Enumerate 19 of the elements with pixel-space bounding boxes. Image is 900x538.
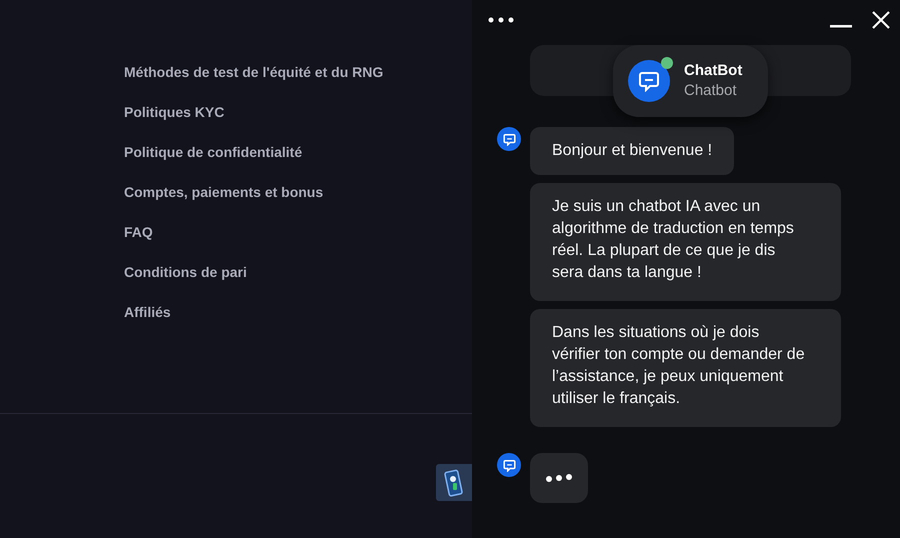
- bot-name: ChatBot: [684, 61, 742, 81]
- phone-icon[interactable]: [436, 464, 472, 501]
- minimize-icon[interactable]: [830, 25, 852, 29]
- menu-link[interactable]: Conditions de pari: [124, 262, 472, 282]
- menu-link[interactable]: Méthodes de test de l'équité et du RNG: [124, 62, 472, 82]
- menu-link[interactable]: Politique de confidentialité: [124, 142, 472, 162]
- bot-avatar-icon: [628, 60, 670, 102]
- message-bubble: Je suis un chatbot IA avec un algorithme de traduction en temps réel. La plupart de ce que je dis sera dans ta langue !: [530, 183, 841, 301]
- bot-subtitle: Chatbot: [684, 81, 738, 101]
- menu-link[interactable]: FAQ: [124, 222, 472, 242]
- bot-avatar-icon: [497, 127, 521, 151]
- close-icon[interactable]: [872, 11, 890, 29]
- menu-link[interactable]: Affiliés: [124, 302, 472, 322]
- menu-link[interactable]: Comptes, paiements et bonus: [124, 182, 472, 202]
- message-bubble: Bonjour et bienvenue !: [530, 127, 734, 175]
- more-icon[interactable]: [488, 17, 514, 23]
- message-bubble: Dans les situations où je dois vérifier ton compte ou demander de l’assistance, je peux uniquement utiliser le français.: [530, 309, 841, 427]
- menu-link[interactable]: Politiques KYC: [124, 102, 472, 122]
- bot-avatar-icon: [497, 453, 521, 477]
